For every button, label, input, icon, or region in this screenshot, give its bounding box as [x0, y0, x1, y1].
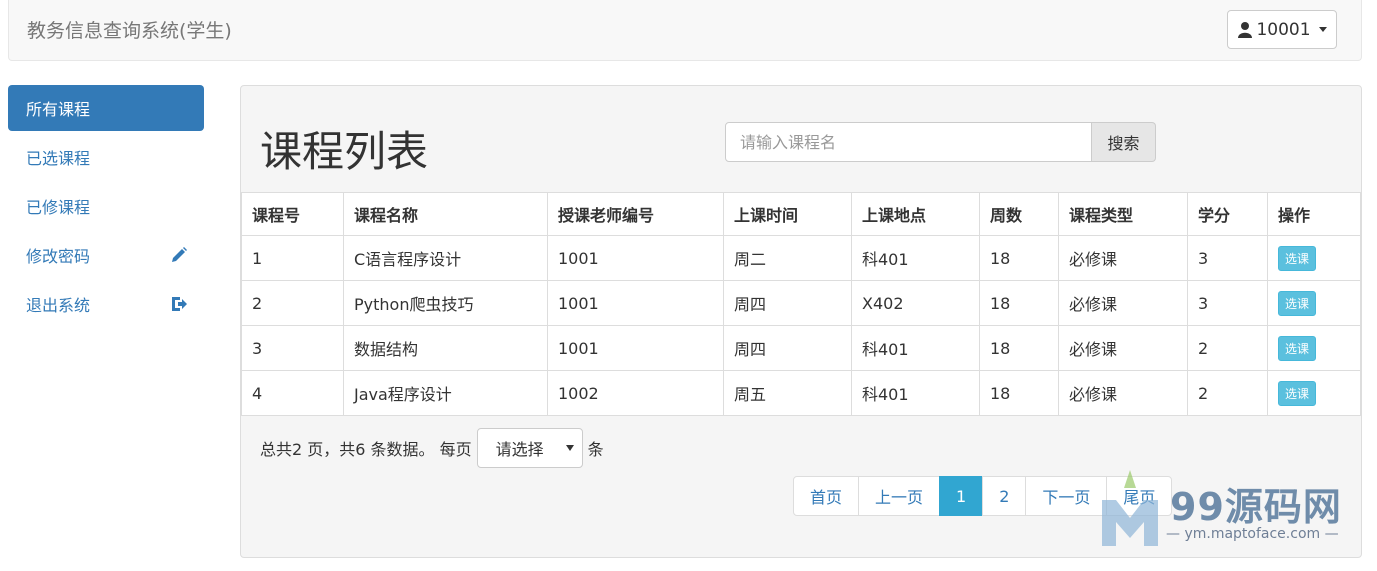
table-cell: 2 [241, 280, 344, 326]
table-row: 2 Python爬虫技巧 1001 周四 X402 18 必修课 3 选课 [241, 280, 1361, 326]
table-cell: X402 [851, 280, 980, 326]
top-navbar: 教务信息查询系统(学生) 10001 [8, 0, 1362, 61]
watermark: 99源码网 — ym.maptoface.com — [1100, 470, 1360, 550]
table-row: 4 Java程序设计 1002 周五 科401 18 必修课 2 选课 [241, 370, 1361, 416]
select-course-button[interactable]: 选课 [1278, 290, 1317, 316]
table-cell: 科401 [851, 235, 980, 281]
summary-suffix: 条 [587, 440, 604, 459]
search-group: 搜索 [725, 122, 1156, 162]
column-header: 学分 [1187, 192, 1268, 236]
select-course-button[interactable]: 选课 [1278, 245, 1317, 271]
column-header: 周数 [979, 192, 1059, 236]
table-cell: 科401 [851, 325, 980, 371]
search-button[interactable]: 搜索 [1092, 122, 1156, 162]
watermark-logo-icon [1102, 470, 1158, 546]
sidebar-item-label: 所有课程 [26, 100, 91, 119]
sidebar-item-label: 已选课程 [26, 149, 91, 168]
sidebar-item-label: 退出系统 [26, 296, 91, 315]
sidebar-item-label: 修改密码 [26, 247, 91, 266]
course-table: 课程号 课程名称 授课老师编号 上课时间 上课地点 周数 课程类型 学分 操作 … [241, 192, 1361, 416]
table-cell: 选课 [1267, 325, 1361, 371]
table-cell: 4 [241, 370, 344, 416]
table-row: 3 数据结构 1001 周四 科401 18 必修课 2 选课 [241, 325, 1361, 371]
table-cell: 必修课 [1058, 235, 1188, 281]
next-page-link[interactable]: 下一页 [1025, 476, 1108, 516]
table-cell: 1 [241, 235, 344, 281]
table-cell: 3 [1187, 280, 1268, 326]
page-size-value: 请选择 [495, 440, 544, 459]
table-cell: Java程序设计 [343, 370, 548, 416]
chevron-down-icon [565, 445, 574, 451]
table-cell: 18 [979, 280, 1059, 326]
table-cell: 选课 [1267, 280, 1361, 326]
select-course-button[interactable]: 选课 [1278, 335, 1317, 361]
table-cell: 选课 [1267, 235, 1361, 281]
table-cell: Python爬虫技巧 [343, 280, 548, 326]
table-cell: 18 [979, 370, 1059, 416]
table-cell: 3 [241, 325, 344, 371]
page-link-2[interactable]: 2 [982, 476, 1027, 516]
sidebar-item-all-courses[interactable]: 所有课程 [8, 85, 204, 131]
table-cell: 选课 [1267, 370, 1361, 416]
pagination-summary: 总共2 页，共6 条数据。 每页 请选择 条 [260, 428, 604, 468]
table-cell: 2 [1187, 370, 1268, 416]
column-header: 课程号 [241, 192, 344, 236]
page-title: 课程列表 [260, 127, 429, 176]
first-page-link[interactable]: 首页 [793, 476, 860, 516]
page-size-select[interactable]: 请选择 [476, 428, 583, 468]
table-cell: 数据结构 [343, 325, 548, 371]
user-icon [1238, 22, 1253, 38]
table-cell: 1001 [547, 235, 724, 281]
table-cell: 周二 [723, 235, 852, 281]
table-cell: 必修课 [1058, 325, 1188, 371]
sidebar-item-logout[interactable]: 退出系统 [8, 281, 204, 327]
column-header: 上课地点 [851, 192, 980, 236]
sidebar: 所有课程 已选课程 已修课程 修改密码 退出系统 [8, 85, 204, 330]
table-cell: 1002 [547, 370, 724, 416]
user-menu-button[interactable]: 10001 [1227, 10, 1337, 49]
table-cell: C语言程序设计 [343, 235, 548, 281]
logout-icon [172, 297, 187, 311]
chevron-down-icon [1318, 27, 1327, 32]
table-cell: 3 [1187, 235, 1268, 281]
sidebar-item-completed-courses[interactable]: 已修课程 [8, 183, 204, 229]
search-input[interactable] [725, 122, 1092, 162]
table-cell: 必修课 [1058, 280, 1188, 326]
sidebar-item-label: 已修课程 [26, 198, 91, 217]
sidebar-item-selected-courses[interactable]: 已选课程 [8, 134, 204, 180]
summary-text: 总共2 页，共6 条数据。 每页 [260, 440, 472, 459]
table-cell: 1001 [547, 325, 724, 371]
table-cell: 周四 [723, 325, 852, 371]
column-header: 上课时间 [723, 192, 852, 236]
table-cell: 科401 [851, 370, 980, 416]
sidebar-item-change-password[interactable]: 修改密码 [8, 232, 204, 278]
pencil-icon [172, 247, 187, 262]
watermark-text: 99源码网 [1170, 485, 1342, 529]
column-header: 课程名称 [343, 192, 548, 236]
table-cell: 1001 [547, 280, 724, 326]
table-cell: 18 [979, 325, 1059, 371]
prev-page-link[interactable]: 上一页 [858, 476, 941, 516]
page-link-1[interactable]: 1 [939, 476, 984, 516]
user-name: 10001 [1256, 19, 1311, 40]
table-cell: 2 [1187, 325, 1268, 371]
table-cell: 周五 [723, 370, 852, 416]
table-cell: 周四 [723, 280, 852, 326]
column-header: 授课老师编号 [547, 192, 724, 236]
select-course-button[interactable]: 选课 [1278, 380, 1317, 406]
table-cell: 18 [979, 235, 1059, 281]
table-cell: 必修课 [1058, 370, 1188, 416]
column-header: 操作 [1267, 192, 1361, 236]
app-title[interactable]: 教务信息查询系统(学生) [27, 16, 232, 43]
column-header: 课程类型 [1058, 192, 1188, 236]
table-row: 1 C语言程序设计 1001 周二 科401 18 必修课 3 选课 [241, 235, 1361, 281]
watermark-url: — ym.maptoface.com — [1166, 526, 1339, 542]
table-header-row: 课程号 课程名称 授课老师编号 上课时间 上课地点 周数 课程类型 学分 操作 [241, 192, 1361, 236]
